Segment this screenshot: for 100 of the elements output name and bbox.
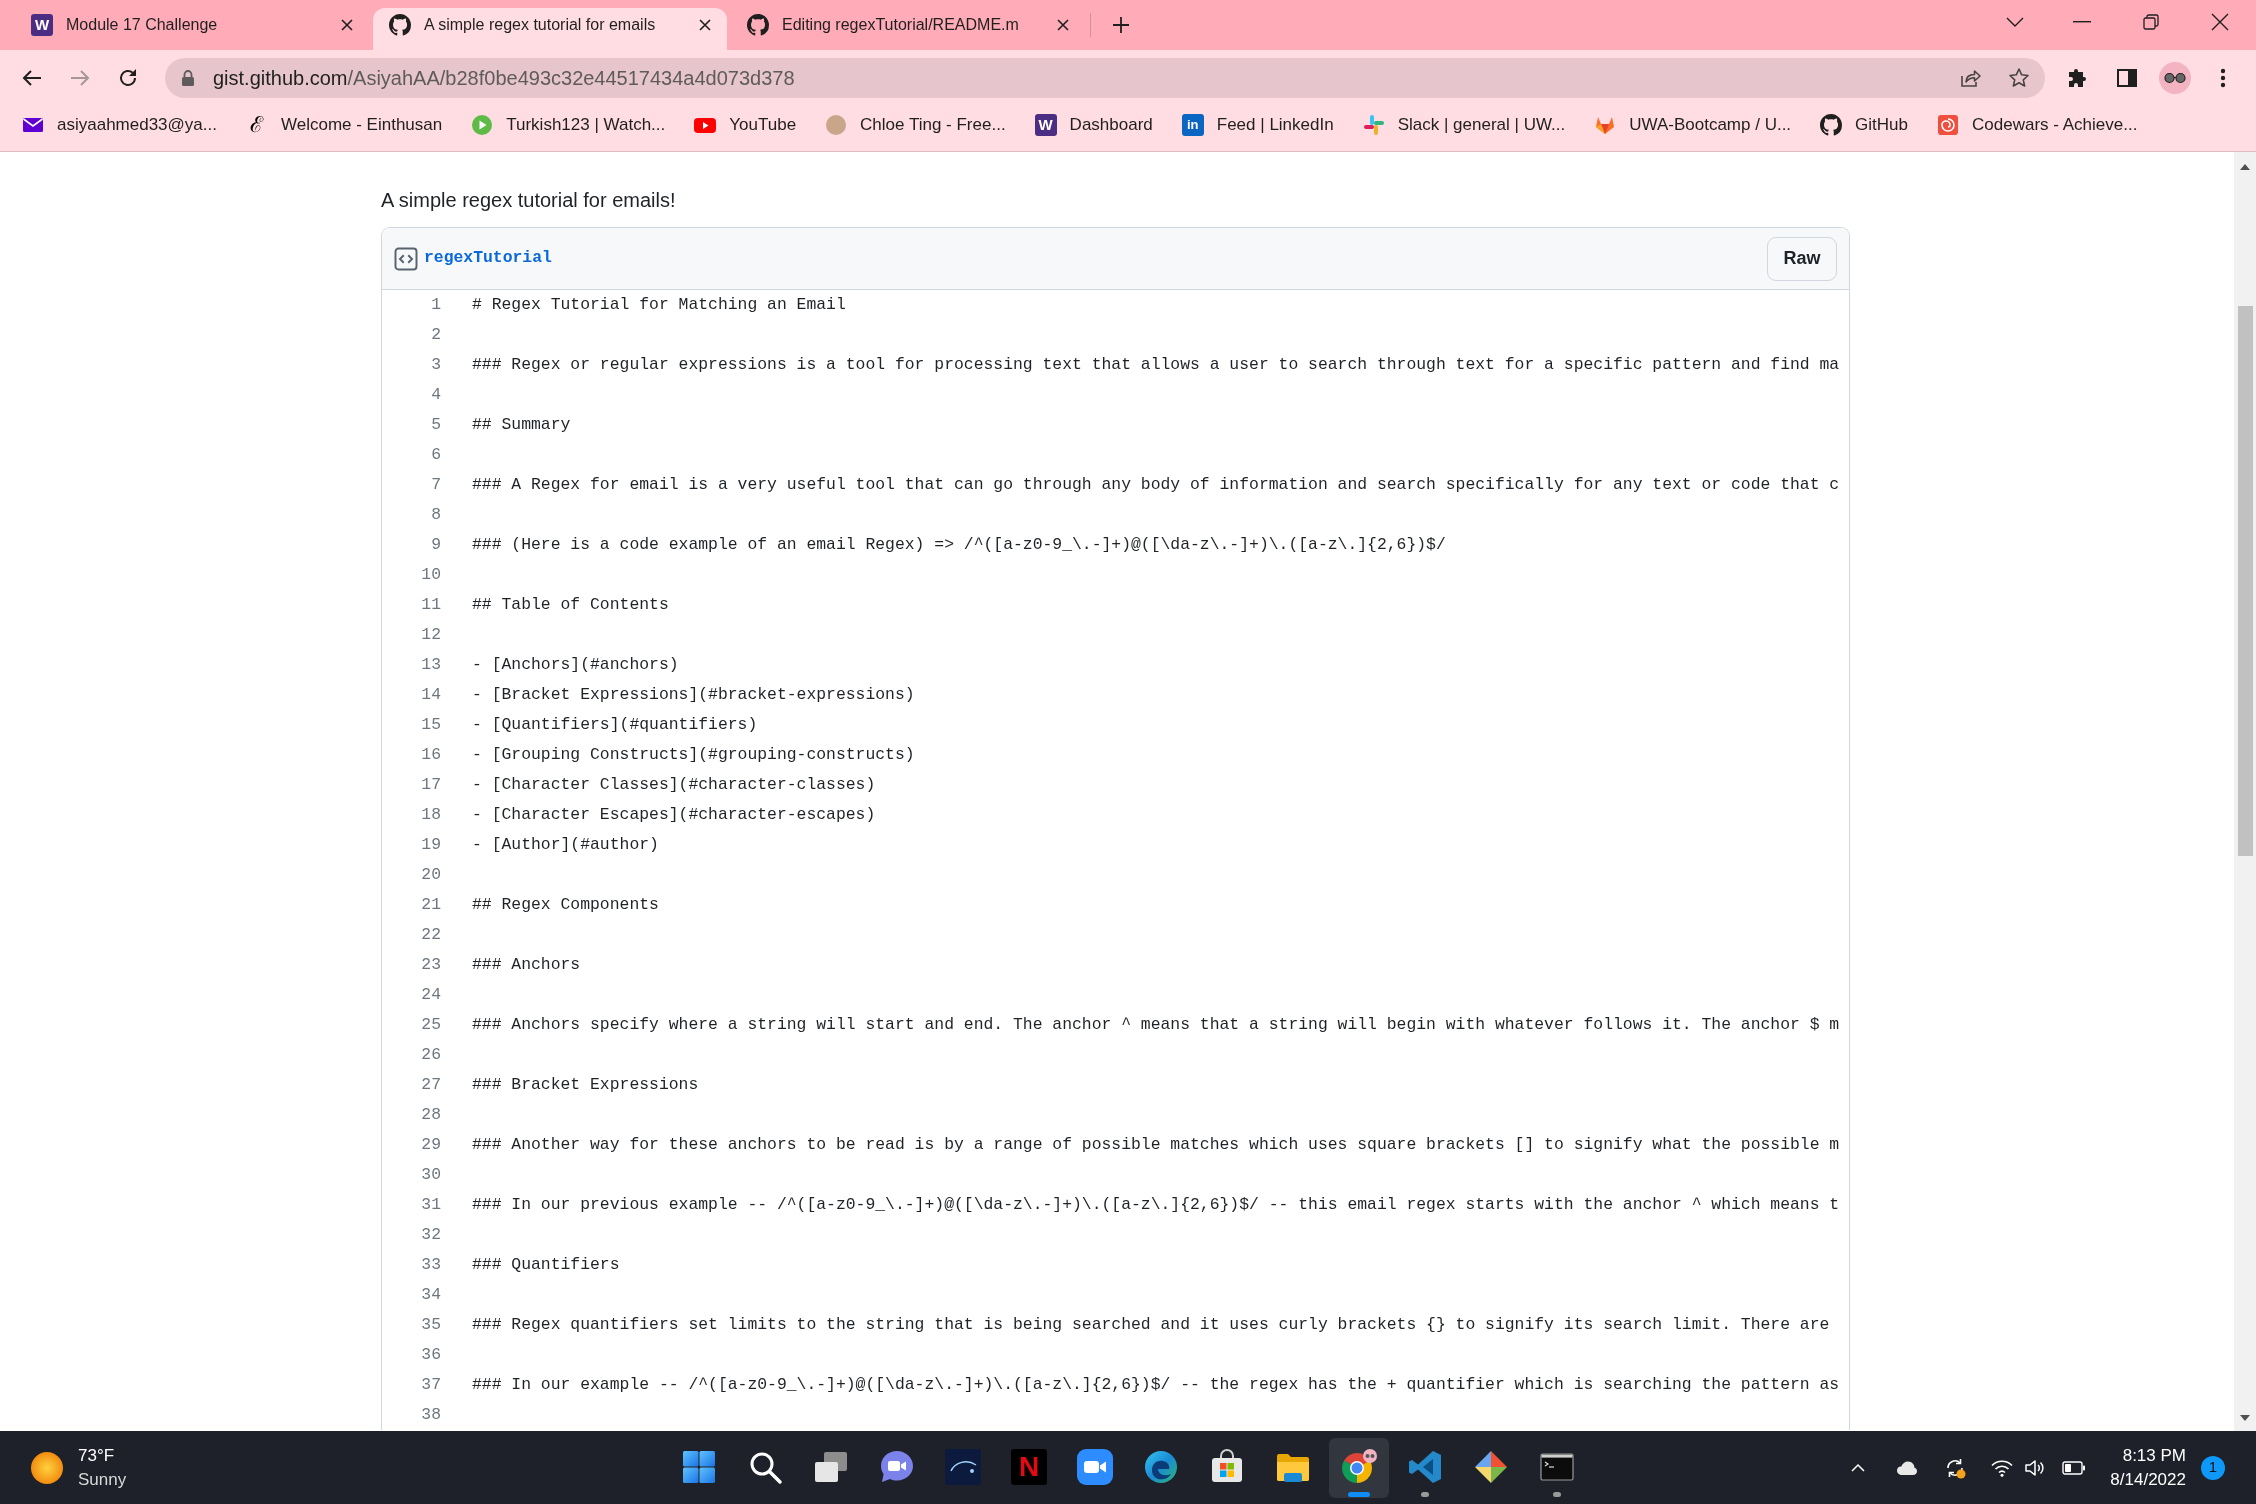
star-icon[interactable] (2008, 66, 2030, 89)
avatar-icon (825, 114, 848, 136)
bookmark-link[interactable]: Codewars - Achieve... (1937, 112, 2138, 138)
browser-tab[interactable]: Editing regexTutorial/README.m (731, 8, 1085, 50)
line-number: 4 (430, 383, 442, 406)
notification-count[interactable]: 1 (2201, 1455, 2225, 1480)
line-number: 17 (420, 773, 442, 796)
spiral-tile-icon (1937, 114, 1959, 136)
file-name-link[interactable]: regexTutorial (424, 246, 552, 271)
side-panel-icon[interactable] (2116, 66, 2138, 89)
diamond-icon[interactable] (1473, 1449, 1509, 1485)
scrollbar-thumb[interactable] (2237, 306, 2253, 856)
line-number: 33 (420, 1253, 442, 1276)
bookmark-link[interactable]: GitHub (1820, 112, 1908, 138)
line-number: 28 (420, 1103, 442, 1126)
line-number: 10 (420, 563, 442, 586)
video-camera-icon[interactable] (1077, 1449, 1113, 1485)
line-number: 38 (420, 1403, 442, 1426)
puzzle-piece-icon[interactable] (2067, 66, 2089, 89)
code-line: ## Regex Components (472, 893, 659, 916)
wifi-icon[interactable] (1991, 1458, 2014, 1477)
sun-icon[interactable] (29, 1449, 65, 1486)
pinwheel-icon (1362, 114, 1385, 136)
glasses-avatar-icon[interactable] (2159, 61, 2191, 94)
line-number: 6 (430, 443, 442, 466)
code-line: ### Anchors (472, 953, 581, 976)
code-line: - [Author](#author) (472, 833, 659, 856)
logo-letter: W (31, 14, 53, 36)
bookmark-link[interactable]: UWA-Bootcamp / U... (1594, 112, 1792, 138)
selected-app-tile[interactable] (1329, 1438, 1389, 1498)
line-number: 24 (420, 983, 442, 1006)
shopping-bag-icon[interactable] (1209, 1449, 1245, 1485)
clock-date[interactable]: 8/14/2022 (2110, 1467, 2186, 1492)
code-line: ### Bracket Expressions (472, 1073, 699, 1096)
bookmark-link[interactable]: ℰ Welcome - Einthusan (245, 112, 443, 138)
bookmark-link[interactable]: Chloe Ting - Free... (825, 112, 1006, 138)
line-number: 29 (420, 1133, 442, 1156)
bookmark-link[interactable]: Turkish123 | Watch... (471, 112, 666, 138)
line-number: 19 (420, 833, 442, 856)
code-line: - [Quantifiers](#quantifiers) (472, 713, 758, 736)
code-line: ### In our example -- /^([a-z0-9_\.-]+)@([\da-z\.-]+)\.([a-z\.]{2,6})$/ -- the regex has the + quantifier which is searching the pattern as (472, 1373, 1840, 1396)
cat-silhouette-icon (747, 14, 769, 36)
close-icon[interactable] (698, 18, 712, 32)
speaker-icon[interactable] (2024, 1457, 2047, 1478)
line-number: 34 (420, 1283, 442, 1306)
four-squares-icon[interactable] (681, 1449, 717, 1485)
raw-button[interactable]: Raw (1767, 236, 1837, 281)
restore-icon[interactable] (2143, 14, 2159, 30)
code-line: - [Character Escapes](#character-escapes) (472, 803, 876, 826)
weather-temperature: 73°F (78, 1444, 115, 1467)
cat-silhouette-icon (1820, 114, 1843, 136)
bookmark-link[interactable]: Slack | general | UW... (1362, 112, 1566, 138)
sync-icon[interactable] (1944, 1456, 1967, 1479)
line-number: 23 (420, 953, 442, 976)
line-number: 32 (420, 1223, 442, 1246)
line-number: 30 (420, 1163, 442, 1186)
cloud-icon[interactable] (1896, 1459, 1919, 1476)
line-number: 5 (430, 413, 442, 436)
code-line: - [Bracket Expressions](#bracket-expressions) (472, 683, 915, 706)
stacked-windows-icon[interactable] (813, 1449, 849, 1485)
line-number: 15 (420, 713, 442, 736)
bookmark-link[interactable]: W Dashboard (1034, 112, 1153, 138)
kebab-menu-icon[interactable] (2220, 66, 2226, 89)
chevron-down-icon[interactable] (2006, 17, 2024, 27)
code-line: ### A Regex for email is a very useful tool that can go through any body of information and search specifically for any text or code that c (472, 473, 1840, 496)
bookmark-link[interactable]: YouTube (694, 112, 797, 138)
swirl-icon[interactable] (1143, 1449, 1179, 1485)
logo-letter: ℰ (249, 114, 265, 136)
video-chat-icon[interactable] (879, 1449, 915, 1485)
plus-icon[interactable] (1112, 16, 1130, 34)
code-line: - [Grouping Constructs](#grouping-constructs) (472, 743, 915, 766)
line-number: 21 (420, 893, 442, 916)
browser-tab[interactable]: W Module 17 Challenge (15, 8, 369, 50)
address-bar[interactable]: gist.github.com/AsiyahAA/b28f0be493c32e44517434a4d073d378 (165, 57, 2045, 98)
scroll-up-arrow-icon[interactable] (2240, 163, 2250, 171)
arc-tile-icon[interactable] (945, 1449, 981, 1485)
clock-time[interactable]: 8:13 PM (2122, 1443, 2186, 1468)
code-line: ### Regex or regular expressions is a tool for processing text that allows a user to search through text for a specific pattern and find ma (472, 353, 1840, 376)
line-number: 25 (420, 1013, 442, 1036)
browser-tab[interactable]: A simple regex tutorial for emails (373, 8, 727, 50)
logo-letter: W (1034, 114, 1057, 136)
logo-letter[interactable]: N (1011, 1449, 1047, 1485)
code-square-icon (394, 246, 418, 271)
minimize-icon[interactable] (2073, 21, 2091, 23)
battery-icon[interactable] (2062, 1460, 2087, 1475)
line-number: 36 (420, 1343, 442, 1366)
folded-ribbon-icon[interactable] (1407, 1449, 1443, 1485)
bookmark-link[interactable]: in Feed | LinkedIn (1181, 112, 1334, 138)
close-icon[interactable] (2211, 13, 2229, 31)
cat-silhouette-icon (389, 14, 411, 36)
line-number: 18 (420, 803, 442, 826)
scroll-down-arrow-icon[interactable] (2240, 1414, 2250, 1422)
line-number: 8 (430, 503, 442, 526)
segmented-circle-icon[interactable] (1341, 1449, 1377, 1485)
line-number: 31 (420, 1193, 442, 1216)
close-icon[interactable] (340, 18, 354, 32)
close-icon[interactable] (1056, 18, 1070, 32)
line-number: 20 (420, 863, 442, 886)
bookmark-link[interactable]: asiyaahmed33@ya... (22, 112, 217, 138)
lock-icon (180, 68, 196, 87)
